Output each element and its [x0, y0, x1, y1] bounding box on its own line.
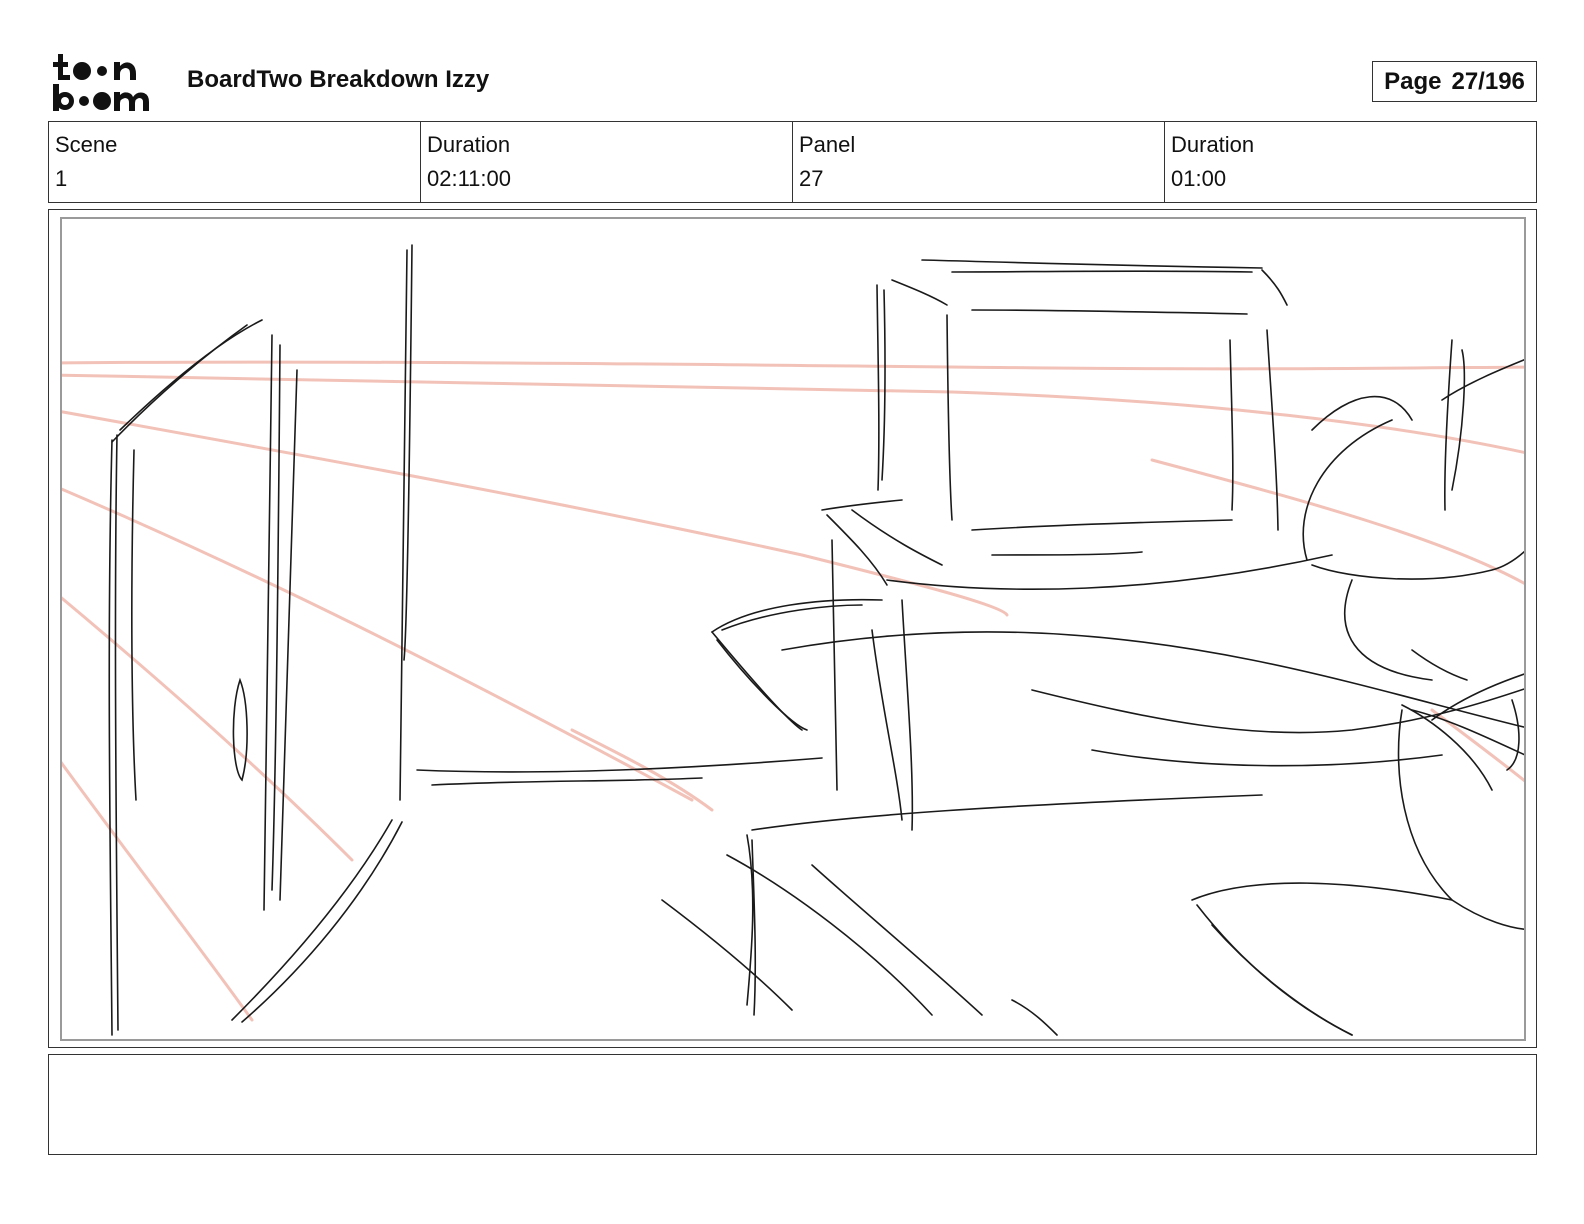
- page-label: Page: [1384, 67, 1442, 95]
- storyboard-panel-image: [60, 217, 1526, 1041]
- scene-value: 1: [55, 166, 68, 191]
- panel-value: 27: [799, 166, 824, 191]
- scene-duration-cell: Duration 02:11:00: [421, 122, 793, 202]
- page-number: 27/196: [1451, 67, 1525, 95]
- panel-cell: Panel 27: [793, 122, 1165, 202]
- scene-info-table: Scene 1 Duration 02:11:00 Panel 27 Durat…: [48, 121, 1537, 203]
- scene-duration-label: Duration: [427, 132, 511, 157]
- toonboom-logo: [53, 54, 149, 111]
- scene-cell: Scene 1: [49, 122, 421, 202]
- panel-duration-label: Duration: [1171, 132, 1255, 157]
- perspective-guides: [62, 360, 1524, 1022]
- document-title: BoardTwo Breakdown Izzy: [187, 66, 490, 93]
- panel-label: Panel: [799, 132, 856, 157]
- sketch-drawing: [62, 244, 1524, 1036]
- page-indicator: Page 27/196: [1372, 61, 1537, 102]
- panel-notes-area: [48, 1054, 1537, 1155]
- panel-duration-cell: Duration 01:00: [1165, 122, 1536, 202]
- panel-duration-value: 01:00: [1171, 166, 1227, 191]
- scene-duration-value: 02:11:00: [427, 166, 512, 191]
- scene-label: Scene: [55, 132, 118, 157]
